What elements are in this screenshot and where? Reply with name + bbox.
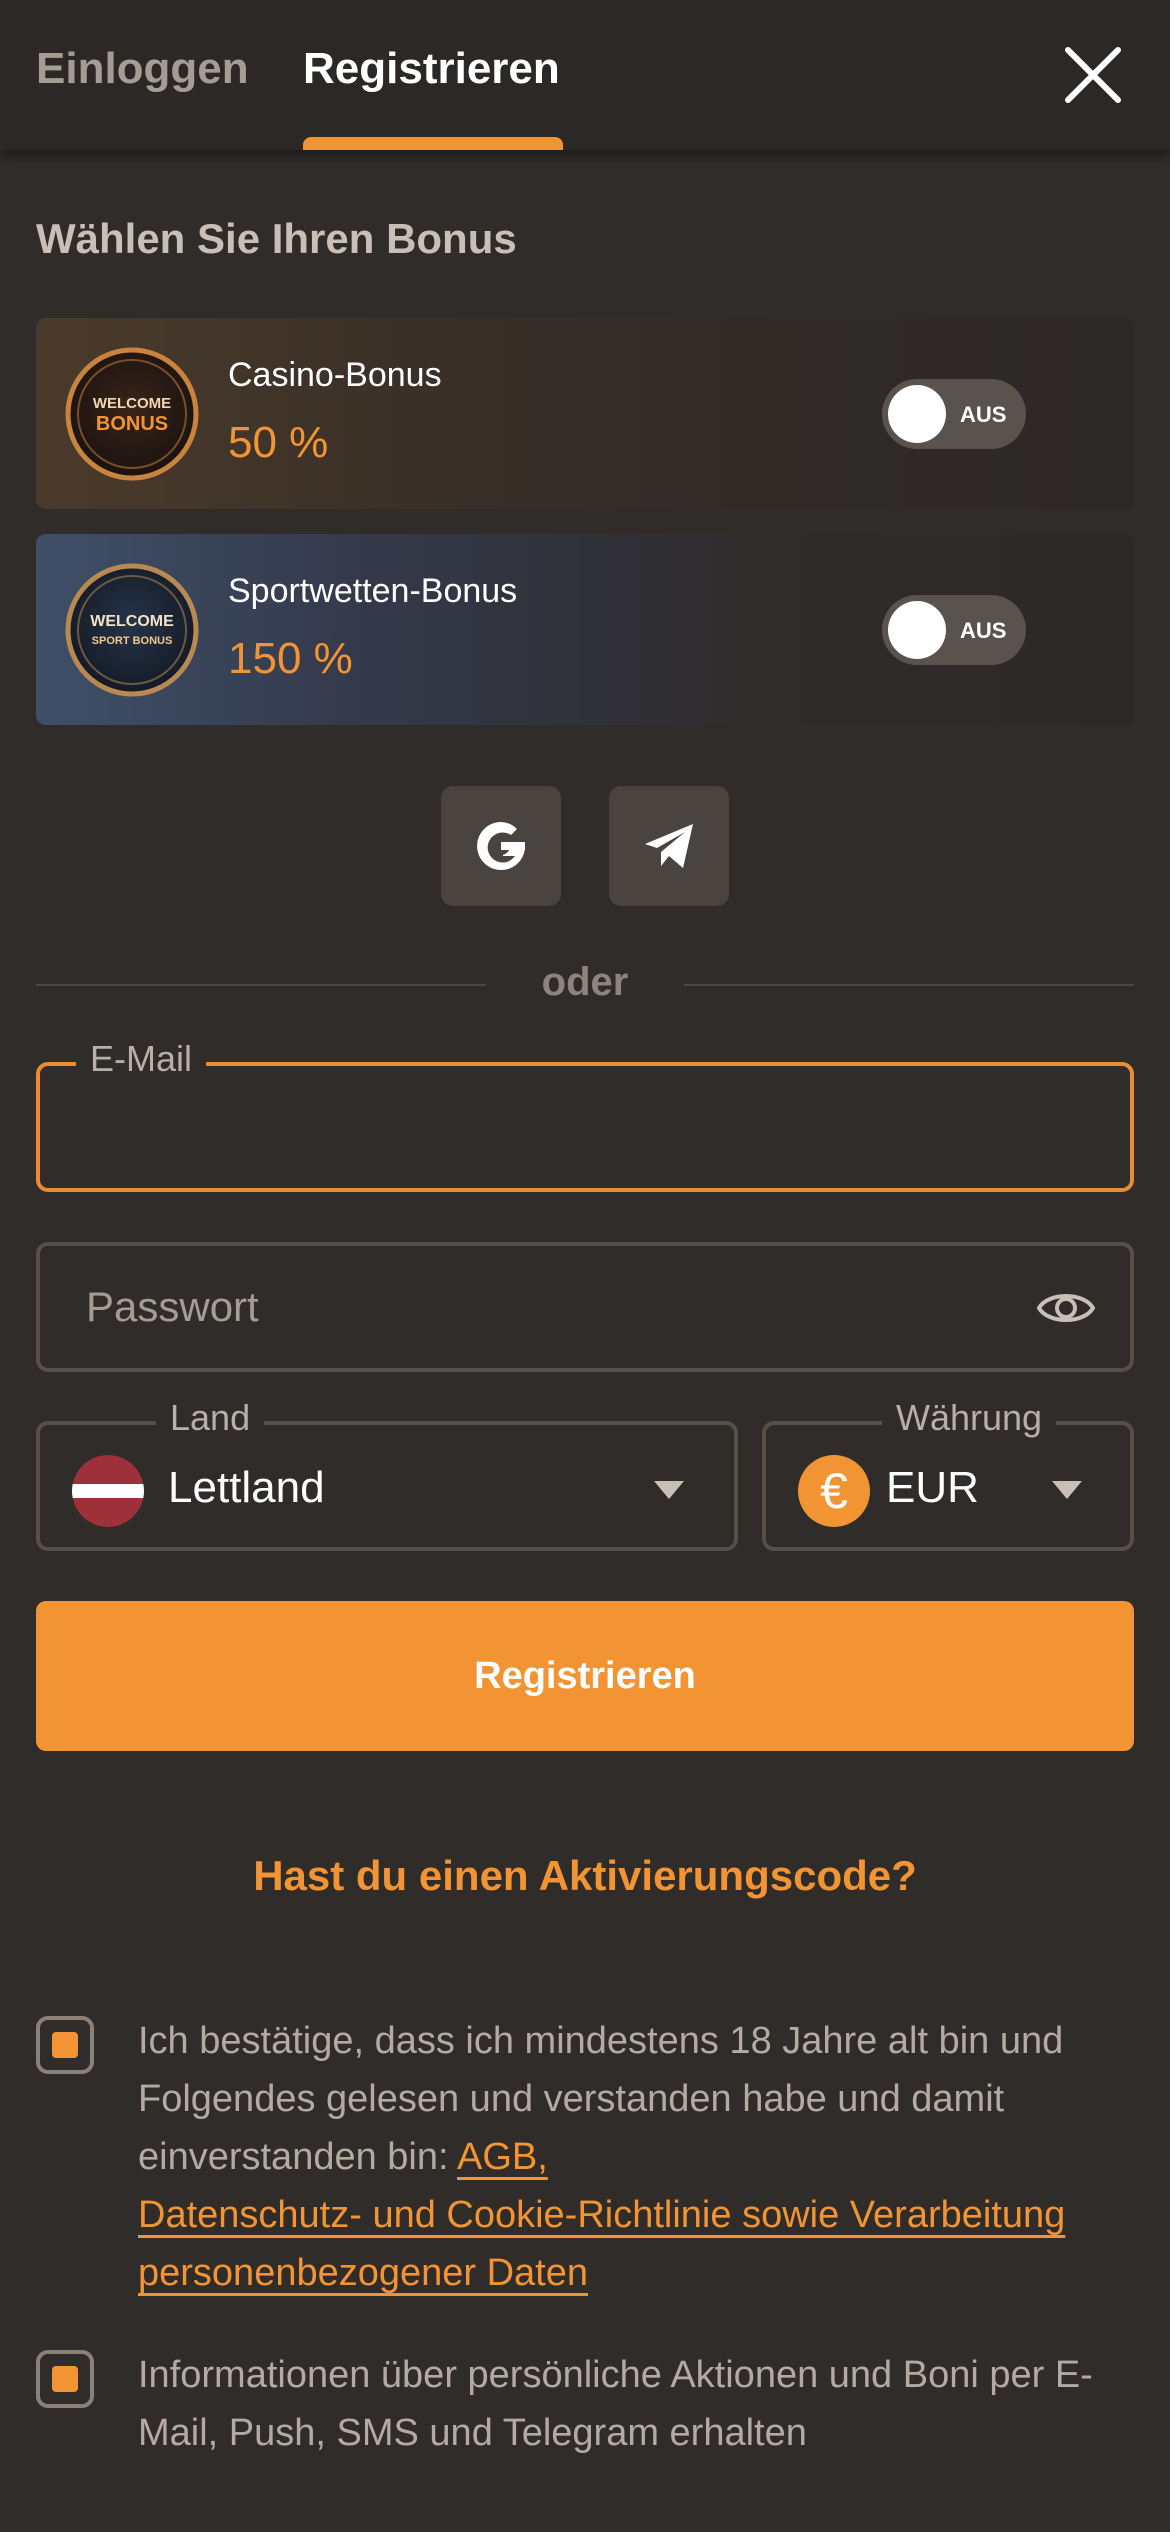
casino-bonus-toggle[interactable]: AUS <box>882 379 1026 449</box>
agb-link[interactable]: AGB, <box>457 2136 548 2178</box>
bonus-card-sport[interactable]: WELCOME SPORT BONUS Sportwetten-Bonus 15… <box>36 534 1134 725</box>
google-login-button[interactable] <box>441 786 561 906</box>
divider-line-right <box>684 984 1134 986</box>
bonus-value: 50 % <box>228 418 329 467</box>
toggle-knob <box>888 385 946 443</box>
bonus-name: Sportwetten-Bonus <box>228 572 518 610</box>
country-select[interactable]: Land Lettland <box>36 1397 738 1551</box>
active-tab-indicator <box>303 137 563 150</box>
country-value: Lettland <box>168 1463 325 1512</box>
activation-code-link[interactable]: Hast du einen Aktivierungscode? <box>0 1852 1170 1900</box>
tab-register[interactable]: Registrieren <box>303 44 560 94</box>
currency-value: EUR <box>886 1463 979 1512</box>
password-field[interactable] <box>36 1242 1134 1372</box>
terms-statement: Ich bestätige, dass ich mindestens 18 Ja… <box>138 2020 1064 2178</box>
toggle-knob <box>888 601 946 659</box>
badge-text-line2: BONUS <box>96 413 168 435</box>
bonus-name: Casino-Bonus <box>228 356 442 394</box>
tab-login[interactable]: Einloggen <box>36 44 249 94</box>
google-icon <box>477 822 525 870</box>
chevron-down-icon <box>1052 1481 1082 1499</box>
register-button[interactable]: Registrieren <box>36 1601 1134 1751</box>
eye-icon[interactable] <box>1036 1286 1096 1330</box>
email-label: E-Mail <box>76 1038 207 1080</box>
currency-label: Währung <box>882 1397 1057 1439</box>
checkbox-check <box>52 2366 78 2392</box>
promo-consent-text: Informationen über persönliche Aktionen … <box>138 2354 1093 2454</box>
bonus-card-casino[interactable]: WELCOME BONUS Casino-Bonus 50 % AUS <box>36 318 1134 509</box>
badge-text-line1: WELCOME <box>90 613 174 630</box>
currency-select[interactable]: Währung € EUR <box>762 1397 1134 1551</box>
sport-bonus-toggle[interactable]: AUS <box>882 595 1026 665</box>
email-input[interactable] <box>86 1086 986 1168</box>
divider-text: oder <box>541 960 629 1004</box>
welcome-bonus-badge-icon: WELCOME BONUS <box>65 347 199 481</box>
toggle-label: AUS <box>960 618 1007 643</box>
telegram-icon <box>645 824 693 868</box>
badge-text-line1: WELCOME <box>93 395 171 412</box>
country-label: Land <box>156 1397 265 1439</box>
welcome-sport-bonus-badge-icon: WELCOME SPORT BONUS <box>65 563 199 697</box>
chevron-down-icon <box>654 1481 684 1499</box>
header: Einloggen Registrieren <box>0 0 1170 150</box>
password-input[interactable] <box>86 1266 986 1348</box>
latvia-flag-icon <box>72 1455 144 1527</box>
telegram-login-button[interactable] <box>609 786 729 906</box>
checkbox-check <box>52 2032 78 2058</box>
toggle-label: AUS <box>960 402 1007 427</box>
terms-checkbox[interactable] <box>36 2016 94 2074</box>
bonus-value: 150 % <box>228 634 353 683</box>
terms-text: Ich bestätige, dass ich mindestens 18 Ja… <box>138 2012 1138 2302</box>
promo-consent-checkbox[interactable] <box>36 2350 94 2408</box>
badge-text-line2: SPORT BONUS <box>92 635 173 647</box>
privacy-policy-link[interactable]: Datenschutz- und Cookie-Richtlinie sowie… <box>138 2194 1065 2294</box>
close-icon[interactable] <box>1060 42 1126 108</box>
bonus-section-title: Wählen Sie Ihren Bonus <box>36 215 517 262</box>
divider-line-left <box>36 984 486 986</box>
euro-icon: € <box>798 1455 870 1527</box>
email-field[interactable]: E-Mail <box>36 1038 1134 1192</box>
